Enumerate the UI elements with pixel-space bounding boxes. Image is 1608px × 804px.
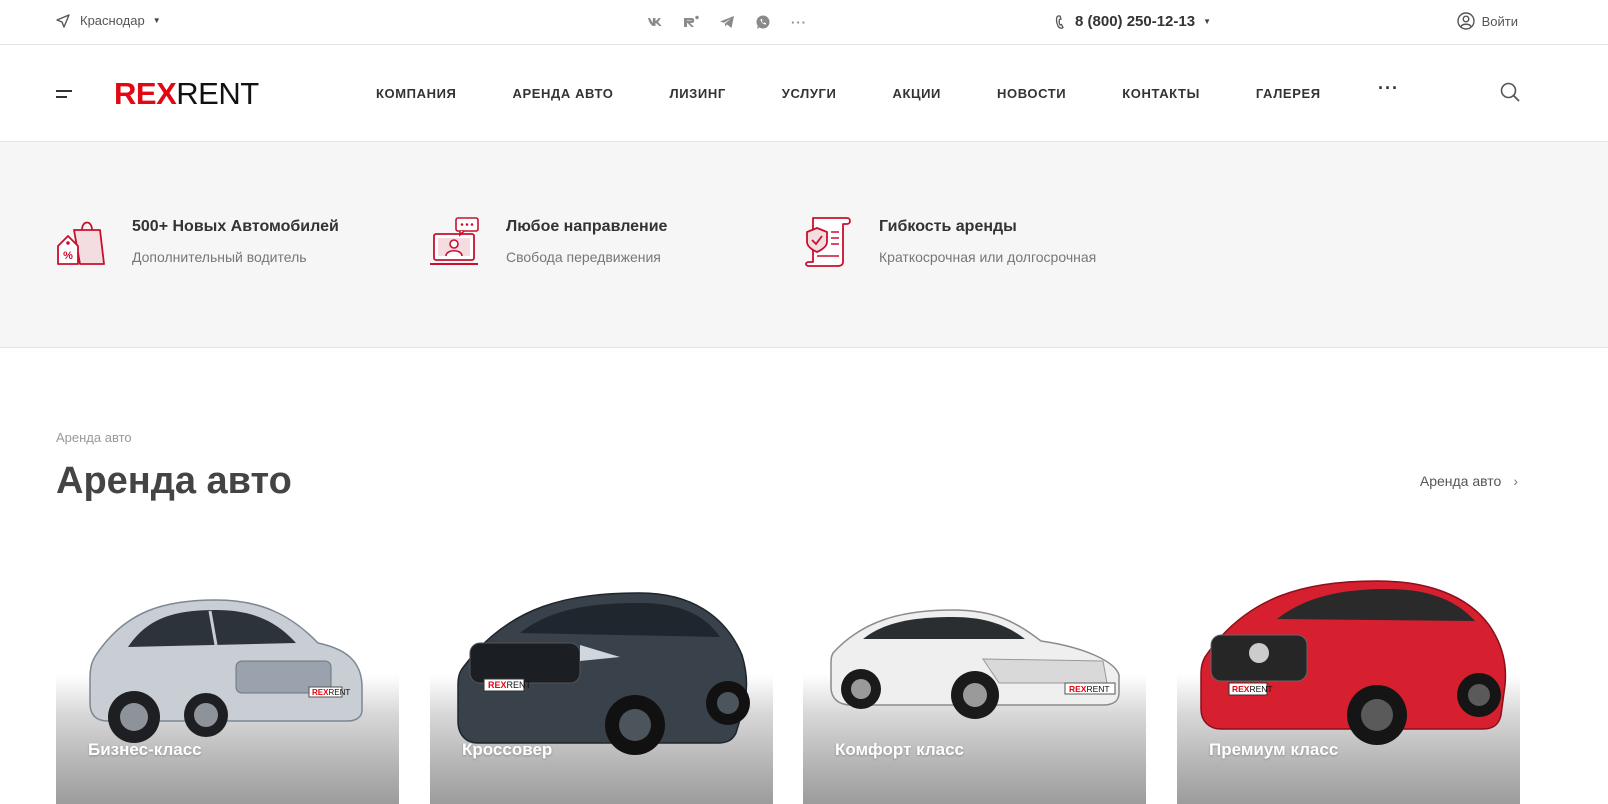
card-label: Бизнес-класс [88,740,202,759]
location-arrow-icon [56,13,70,28]
feature-subtitle: Краткосрочная или долгосрочная [879,249,1097,265]
section-more-link[interactable]: Аренда авто › [1420,473,1518,489]
shield-document-icon [805,217,851,267]
nav-item-services[interactable]: УСЛУГИ [782,86,837,101]
feature-item: Любое направление Свобода передвижения [430,217,668,268]
feature-title: Любое направление [506,218,668,235]
more-icon[interactable]: ··· [791,12,827,32]
nav-item-gallery[interactable]: ГАЛЕРЕЯ [1256,86,1321,101]
main-nav: КОМПАНИЯ АРЕНДА АВТО ЛИЗИНГ УСЛУГИ АКЦИИ… [376,86,1321,101]
category-card-premium[interactable]: REXRENT Премиум класс [1177,575,1520,804]
user-circle-icon [1456,12,1475,30]
section-more-label: Аренда авто [1419,473,1502,489]
top-bar: Краснодар ▼ ··· 8 (800) 250-12-13 ▼ Войт… [0,0,1608,45]
feature-title: 500+ Новых Автомобилей [132,218,339,235]
whatsapp-icon[interactable] [755,12,791,32]
svg-text:REXRENT: REXRENT [312,688,350,697]
nav-more-button[interactable]: ··· [1378,78,1399,99]
search-icon[interactable] [1500,82,1520,102]
shopping-bag-percent-icon: % [57,221,105,265]
social-links: ··· [647,12,827,32]
breadcrumb[interactable]: Аренда авто [56,430,132,445]
nav-item-news[interactable]: НОВОСТИ [997,86,1066,101]
vk-icon[interactable] [647,12,683,32]
feature-title: Гибкость аренды [879,218,1017,235]
menu-icon[interactable] [56,90,72,98]
nav-item-car-rental[interactable]: АРЕНДА АВТО [512,86,613,101]
nav-item-contacts[interactable]: КОНТАКТЫ [1122,86,1200,101]
svg-text:REXRENT: REXRENT [1069,684,1110,694]
telegram-icon[interactable] [719,12,755,32]
car-image: REXRENT [830,609,1120,719]
city-name: Краснодар [80,13,145,28]
chevron-down-icon: ▼ [1203,17,1212,26]
chevron-right-icon: › [1513,473,1518,489]
login-label: Войти [1481,13,1518,29]
city-selector[interactable]: Краснодар ▼ [56,13,161,28]
svg-text:REXRENT: REXRENT [1232,684,1273,694]
site-logo[interactable]: REXRENT [114,78,259,109]
feature-subtitle: Дополнительный водитель [132,249,307,265]
main-header: REXRENT КОМПАНИЯ АРЕНДА АВТО ЛИЗИНГ УСЛУ… [0,45,1608,142]
nav-item-promotions[interactable]: АКЦИИ [892,86,941,101]
laptop-person-chat-icon [430,217,479,265]
phone-text: 8 (800) 250-12-13 [1075,13,1196,30]
chevron-down-icon: ▼ [152,16,161,25]
car-image: REXRENT [1200,580,1507,745]
feature-item: Гибкость аренды Краткосрочная или долгос… [803,217,1097,268]
nav-item-company[interactable]: КОМПАНИЯ [376,86,456,101]
car-image: REXRENT [457,592,750,755]
car-image: REXRENT [89,599,363,743]
features-band: % 500+ Новых Автомобилей Дополнительный … [0,142,1608,348]
card-label: Премиум класс [1209,740,1339,759]
category-card-business[interactable]: REXRENT Бизнес-класс [56,575,399,804]
svg-text:%: % [63,250,73,262]
rutube-icon[interactable] [683,12,719,32]
feature-item: % 500+ Новых Автомобилей Дополнительный … [56,218,339,268]
card-label: Комфорт класс [835,740,965,759]
category-card-crossover[interactable]: REXRENT Кроссовер [430,575,773,804]
phone-number[interactable]: 8 (800) 250-12-13 ▼ [1055,13,1211,30]
svg-text:REXRENT: REXRENT [488,680,532,690]
card-label: Кроссовер [462,740,553,759]
nav-item-leasing[interactable]: ЛИЗИНГ [669,86,725,101]
page-title: Аренда авто [56,460,292,502]
feature-subtitle: Свобода передвижения [506,249,661,265]
login-link[interactable]: Войти [1456,12,1518,30]
phone-icon [1055,14,1064,29]
category-card-comfort[interactable]: REXRENT Комфорт класс [803,575,1146,804]
